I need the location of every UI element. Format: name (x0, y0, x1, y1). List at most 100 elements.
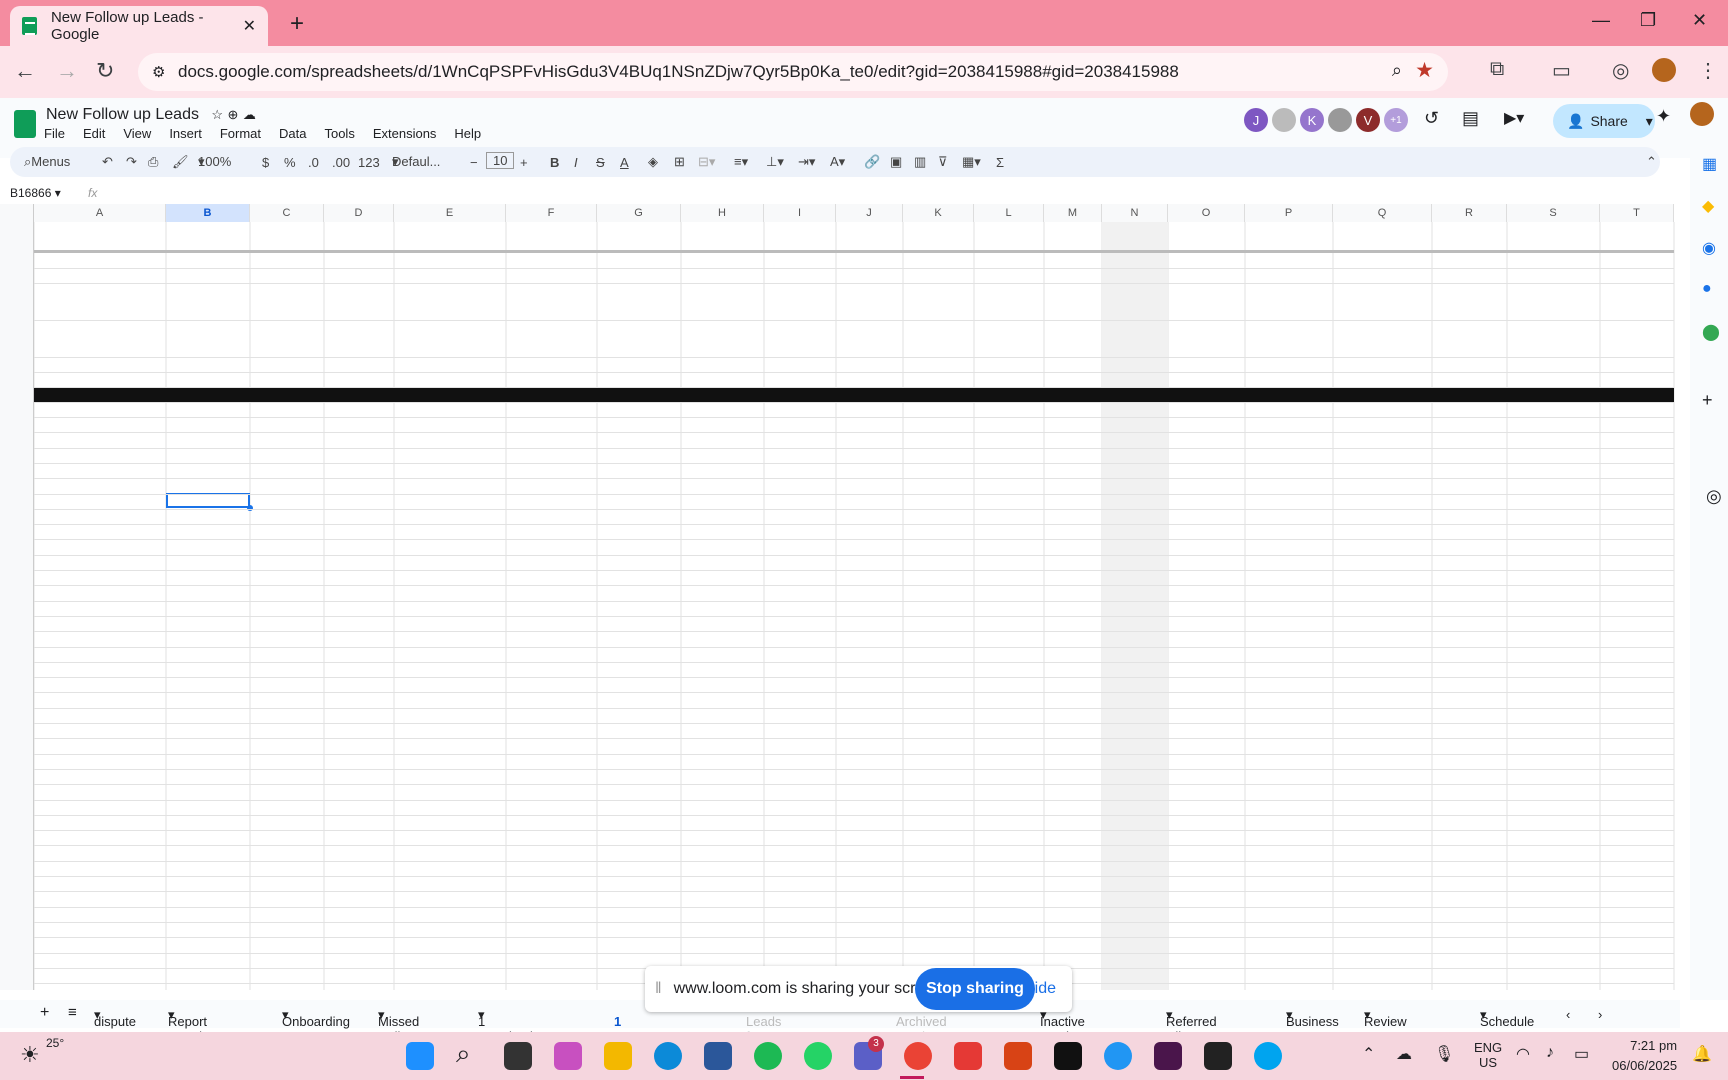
notifications-icon[interactable]: 🔔 (1692, 1044, 1712, 1064)
profile-avatar[interactable] (1652, 58, 1676, 82)
meet-icon[interactable]: ▶▾ (1504, 108, 1524, 128)
collaborator-avatar[interactable] (1272, 108, 1296, 132)
currency-button[interactable]: $ (262, 155, 269, 170)
menu-format[interactable]: Format (220, 126, 261, 141)
name-box[interactable]: B16866 ▾ (10, 186, 61, 200)
add-sheet-icon[interactable]: + (40, 1004, 49, 1022)
menu-edit[interactable]: Edit (83, 126, 105, 141)
menu-extensions[interactable]: Extensions (373, 126, 437, 141)
weather-icon[interactable]: ☀ (20, 1042, 40, 1068)
tray-chevron-icon[interactable]: ⌃ (1362, 1044, 1375, 1064)
drag-handle-icon[interactable]: ‖ (655, 980, 662, 998)
text-rotation-icon[interactable]: A▾ (830, 154, 845, 170)
borders-icon[interactable]: ⊞ (674, 154, 685, 170)
sheet-tab[interactable]: Review Request ▾ (1364, 1007, 1412, 1044)
italic-icon[interactable]: I (574, 155, 578, 170)
filter-views-icon[interactable]: ▦▾ (962, 154, 981, 170)
volume-icon[interactable]: ♪ (1546, 1044, 1554, 1062)
share-button[interactable]: 👤 Share ▾ (1553, 104, 1655, 138)
back-icon[interactable]: ← (14, 58, 36, 84)
column-header-i[interactable]: I (764, 204, 836, 222)
text-color-icon[interactable]: A (620, 155, 629, 170)
sheets-logo-icon[interactable] (14, 110, 36, 138)
merge-cells-icon[interactable]: ⊟▾ (698, 154, 715, 170)
copilot-icon[interactable] (554, 1042, 582, 1070)
close-window-icon[interactable]: ✕ (1692, 10, 1707, 31)
get-addons-icon[interactable]: + (1702, 390, 1713, 411)
tasks-icon[interactable]: ◉ (1702, 238, 1716, 258)
column-header-p[interactable]: P (1245, 204, 1333, 222)
word-icon[interactable] (704, 1042, 732, 1070)
selected-cell[interactable] (166, 493, 250, 508)
move-icon[interactable]: ⊕ (228, 107, 239, 122)
slack-icon[interactable] (1154, 1042, 1182, 1070)
minimize-icon[interactable]: — (1592, 10, 1610, 31)
chrome-icon[interactable] (904, 1042, 932, 1070)
column-header-f[interactable]: F (506, 204, 597, 222)
contacts-icon[interactable]: ● (1702, 280, 1712, 298)
column-header-o[interactable]: O (1168, 204, 1245, 222)
app-icon[interactable] (954, 1042, 982, 1070)
battery-icon[interactable]: ▭ (1574, 1044, 1589, 1064)
all-sheets-icon[interactable]: ≡ (68, 1004, 77, 1021)
calendar-icon[interactable]: ▦ (1702, 154, 1717, 174)
paint-format-icon[interactable]: 🖌 (172, 154, 189, 170)
forward-icon[interactable]: → (56, 58, 78, 84)
font-size-increase[interactable]: + (520, 155, 528, 170)
column-header-t[interactable]: T (1600, 204, 1674, 222)
clock[interactable]: 7:21 pm 06/06/2025 (1612, 1036, 1677, 1076)
zoom-icon[interactable]: ⌕ (1392, 60, 1402, 81)
sticky-notes-icon[interactable] (1204, 1042, 1232, 1070)
column-header-q[interactable]: Q (1333, 204, 1432, 222)
sheet-tab[interactable]: 1 Promised to Pay ▾ (478, 1007, 533, 1059)
star-icon[interactable]: ☆ (211, 107, 223, 122)
strikethrough-icon[interactable]: S (596, 155, 605, 170)
font-size-field[interactable]: 10 (486, 152, 515, 169)
search-menus[interactable]: ⌕ Menus (24, 154, 70, 170)
menu-help[interactable]: Help (454, 126, 481, 141)
zoom-select[interactable]: 100% ▾ (198, 154, 231, 170)
chrome-profile-icon[interactable] (1104, 1042, 1132, 1070)
close-tab-icon[interactable]: ✕ (243, 16, 256, 36)
comments-icon[interactable]: ▤ (1462, 108, 1479, 129)
notion-icon[interactable] (1054, 1042, 1082, 1070)
whatsapp-icon[interactable] (804, 1042, 832, 1070)
sheet-tab[interactable]: Referred Clients ▾ (1166, 1007, 1217, 1044)
browser-menu-icon[interactable]: ⋮ (1698, 58, 1718, 83)
account-avatar[interactable] (1690, 102, 1714, 126)
spotify-icon[interactable] (754, 1042, 782, 1070)
performance-icon[interactable]: ◎ (1612, 58, 1629, 83)
menu-insert[interactable]: Insert (169, 126, 202, 141)
new-tab-icon[interactable]: + (290, 10, 304, 38)
document-title[interactable]: New Follow up Leads ☆ ⊕ ☁ (46, 106, 256, 124)
align-horizontal-icon[interactable]: ≡▾ (734, 154, 748, 170)
wifi-icon[interactable]: ◠ (1516, 1044, 1530, 1064)
bold-icon[interactable]: B (550, 155, 559, 170)
column-header-c[interactable]: C (250, 204, 324, 222)
reload-icon[interactable]: ↻ (96, 58, 114, 84)
bookmark-star-icon[interactable]: ★ (1415, 58, 1434, 83)
print-icon[interactable]: ⎙ (148, 154, 158, 170)
column-header-n[interactable]: N (1102, 204, 1168, 222)
align-vertical-icon[interactable]: ⊥▾ (766, 154, 784, 170)
gemini-icon[interactable]: ✦ (1656, 106, 1671, 127)
menu-tools[interactable]: Tools (324, 126, 354, 141)
insert-chart-icon[interactable]: ▥ (914, 154, 926, 170)
sheet-tab[interactable]: Onboarding ▾ (282, 1007, 350, 1029)
hide-button[interactable]: Hide (1023, 980, 1056, 998)
more-collaborators[interactable]: +1 (1384, 108, 1408, 132)
decrease-decimal-button[interactable]: .0 (308, 155, 319, 170)
menu-data[interactable]: Data (279, 126, 306, 141)
collapse-toolbar-icon[interactable]: ⌃ (1646, 154, 1657, 170)
undo-icon[interactable]: ↶ (102, 154, 113, 170)
column-header-b[interactable]: B (166, 204, 250, 222)
restore-icon[interactable]: ❐ (1640, 10, 1656, 31)
column-header-k[interactable]: K (903, 204, 974, 222)
font-size-decrease[interactable]: − (470, 155, 478, 170)
menu-view[interactable]: View (123, 126, 151, 141)
column-header-j[interactable]: J (836, 204, 903, 222)
browser-tab[interactable]: New Follow up Leads - Google ✕ (10, 6, 268, 46)
file-explorer-icon[interactable] (604, 1042, 632, 1070)
functions-icon[interactable]: Σ (996, 155, 1004, 170)
language-indicator[interactable]: ENG US (1474, 1040, 1502, 1070)
